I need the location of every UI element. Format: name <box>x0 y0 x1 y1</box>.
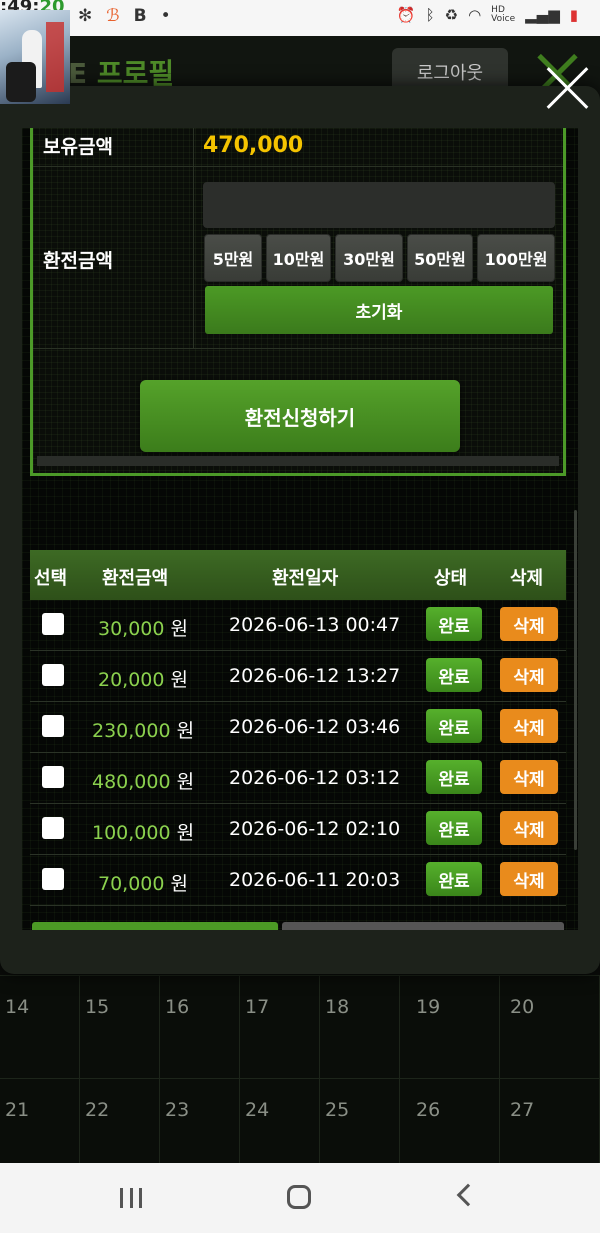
exchange-amount: 230,000 원 <box>92 720 195 742</box>
exchange-amount: 20,000 원 <box>98 669 189 691</box>
calendar: 14 15 16 17 18 19 20 21 22 23 24 25 26 2… <box>0 975 600 1182</box>
table-row: 30,000 원 2026-06-13 00:47 완료 삭제 <box>30 600 566 651</box>
bulk-action-button-partial-secondary[interactable] <box>282 922 564 930</box>
status-badge: 완료 <box>426 658 482 692</box>
calendar-day[interactable]: 14 <box>5 996 29 1018</box>
hd-voice-icon: HD Voice <box>491 5 516 24</box>
table-row: 100,000 원 2026-06-12 02:10 완료 삭제 <box>30 804 566 855</box>
exchange-amount-input[interactable] <box>203 182 555 228</box>
exchange-date: 2026-06-12 02:10 <box>229 818 401 840</box>
column-header-delete: 삭제 <box>510 568 544 589</box>
table-header: 선택 환전금액 환전일자 상태 삭제 <box>30 550 566 600</box>
exchange-date: 2026-06-12 03:46 <box>229 716 401 738</box>
calendar-day[interactable]: 20 <box>510 996 534 1018</box>
apply-exchange-button[interactable]: 환전신청하기 <box>140 380 460 452</box>
table-row: 230,000 원 2026-06-12 03:46 완료 삭제 <box>30 702 566 753</box>
select-checkbox[interactable] <box>42 868 64 890</box>
calendar-day[interactable]: 16 <box>165 996 189 1018</box>
select-checkbox[interactable] <box>42 613 64 635</box>
alarm-icon: ⏰ <box>396 6 416 24</box>
b-app-icon: B <box>133 6 147 26</box>
scrollbar[interactable] <box>574 510 577 850</box>
status-badge: 완료 <box>426 709 482 743</box>
exchange-amount: 70,000 원 <box>98 873 189 895</box>
column-header-amount: 환전금액 <box>102 568 169 589</box>
column-header-select: 선택 <box>34 568 68 589</box>
amount-button-100man[interactable]: 100만원 <box>477 234 555 282</box>
amount-button-5man[interactable]: 5만원 <box>204 234 262 282</box>
exchange-history-table: 선택 환전금액 환전일자 상태 삭제 30,000 원 2026-06-13 0… <box>30 550 566 906</box>
form-divider <box>37 456 559 466</box>
exchange-form: 보유금액 470,000 환전금액 5만원 10만원 30만원 50만원 100… <box>30 128 566 476</box>
wifi-icon: ◠ <box>468 6 482 24</box>
column-header-status: 상태 <box>434 568 468 589</box>
delete-button[interactable]: 삭제 <box>500 760 558 794</box>
close-icon[interactable] <box>546 66 590 110</box>
select-checkbox[interactable] <box>42 664 64 686</box>
reset-button[interactable]: 초기화 <box>205 286 553 334</box>
calendar-day[interactable]: 24 <box>245 1099 269 1121</box>
delete-button[interactable]: 삭제 <box>500 658 558 692</box>
calendar-day[interactable]: 19 <box>416 996 440 1018</box>
delete-button[interactable]: 삭제 <box>500 811 558 845</box>
calendar-day[interactable]: 15 <box>85 996 109 1018</box>
status-badge: 완료 <box>426 607 482 641</box>
amount-button-30man[interactable]: 30만원 <box>335 234 403 282</box>
bluetooth-icon: ᛒ <box>425 6 435 24</box>
select-checkbox[interactable] <box>42 766 64 788</box>
fan-icon: ✻ <box>78 6 93 26</box>
calendar-day[interactable]: 21 <box>5 1099 29 1121</box>
recent-apps-icon[interactable] <box>120 1188 142 1208</box>
signal-icon: ▂▄▆ <box>525 6 560 24</box>
exchange-date: 2026-06-11 20:03 <box>229 869 401 891</box>
status-icons-left: ✻ ℬ B • <box>78 6 171 26</box>
back-icon[interactable] <box>456 1183 480 1207</box>
system-nav-bar <box>0 1163 600 1233</box>
exchange-date: 2026-06-12 13:27 <box>229 665 401 687</box>
table-row: 480,000 원 2026-06-12 03:12 완료 삭제 <box>30 753 566 804</box>
column-header-date: 환전일자 <box>272 568 339 589</box>
exchange-amount: 30,000 원 <box>98 618 189 640</box>
exchange-amount: 480,000 원 <box>92 771 195 793</box>
status-badge: 완료 <box>426 811 482 845</box>
select-checkbox[interactable] <box>42 817 64 839</box>
exchange-date: 2026-06-13 00:47 <box>229 614 401 636</box>
bulk-action-button-partial[interactable] <box>32 922 278 930</box>
calendar-day[interactable]: 26 <box>416 1099 440 1121</box>
exchange-amount-label: 환전금액 <box>43 250 113 272</box>
calendar-day[interactable]: 25 <box>325 1099 349 1121</box>
delete-button[interactable]: 삭제 <box>500 709 558 743</box>
calendar-week-row: 14 15 16 17 18 19 20 <box>0 975 600 1079</box>
calendar-day[interactable]: 23 <box>165 1099 189 1121</box>
status-bar: :49:20 ✻ ℬ B • ⏰ ᛒ ♻ ◠ HD Voice ▂▄▆ ▮ <box>0 0 600 36</box>
exchange-amount: 100,000 원 <box>92 822 195 844</box>
delete-button[interactable]: 삭제 <box>500 607 558 641</box>
pip-video-thumbnail[interactable] <box>0 10 70 104</box>
delete-button[interactable]: 삭제 <box>500 862 558 896</box>
bmoji-icon: ℬ <box>106 6 120 26</box>
select-checkbox[interactable] <box>42 715 64 737</box>
calendar-day[interactable]: 18 <box>325 996 349 1018</box>
exchange-date: 2026-06-12 03:12 <box>229 767 401 789</box>
balance-label: 보유금액 <box>43 136 113 158</box>
status-badge: 완료 <box>426 862 482 896</box>
home-icon[interactable] <box>287 1185 311 1209</box>
calendar-day[interactable]: 22 <box>85 1099 109 1121</box>
table-row: 20,000 원 2026-06-12 13:27 완료 삭제 <box>30 651 566 702</box>
battery-saver-icon: ♻ <box>444 6 459 24</box>
balance-value: 470,000 <box>203 133 304 158</box>
battery-icon: ▮ <box>569 6 578 24</box>
amount-button-50man[interactable]: 50만원 <box>407 234 473 282</box>
calendar-day[interactable]: 27 <box>510 1099 534 1121</box>
modal-scroll-area[interactable]: 보유금액 470,000 환전금액 5만원 10만원 30만원 50만원 100… <box>22 128 578 930</box>
calendar-day[interactable]: 17 <box>245 996 269 1018</box>
status-icons-right: ⏰ ᛒ ♻ ◠ HD Voice ▂▄▆ ▮ <box>396 5 578 25</box>
amount-button-10man[interactable]: 10만원 <box>266 234 331 282</box>
status-badge: 완료 <box>426 760 482 794</box>
table-row: 70,000 원 2026-06-11 20:03 완료 삭제 <box>30 855 566 906</box>
dot-icon: • <box>160 6 171 26</box>
